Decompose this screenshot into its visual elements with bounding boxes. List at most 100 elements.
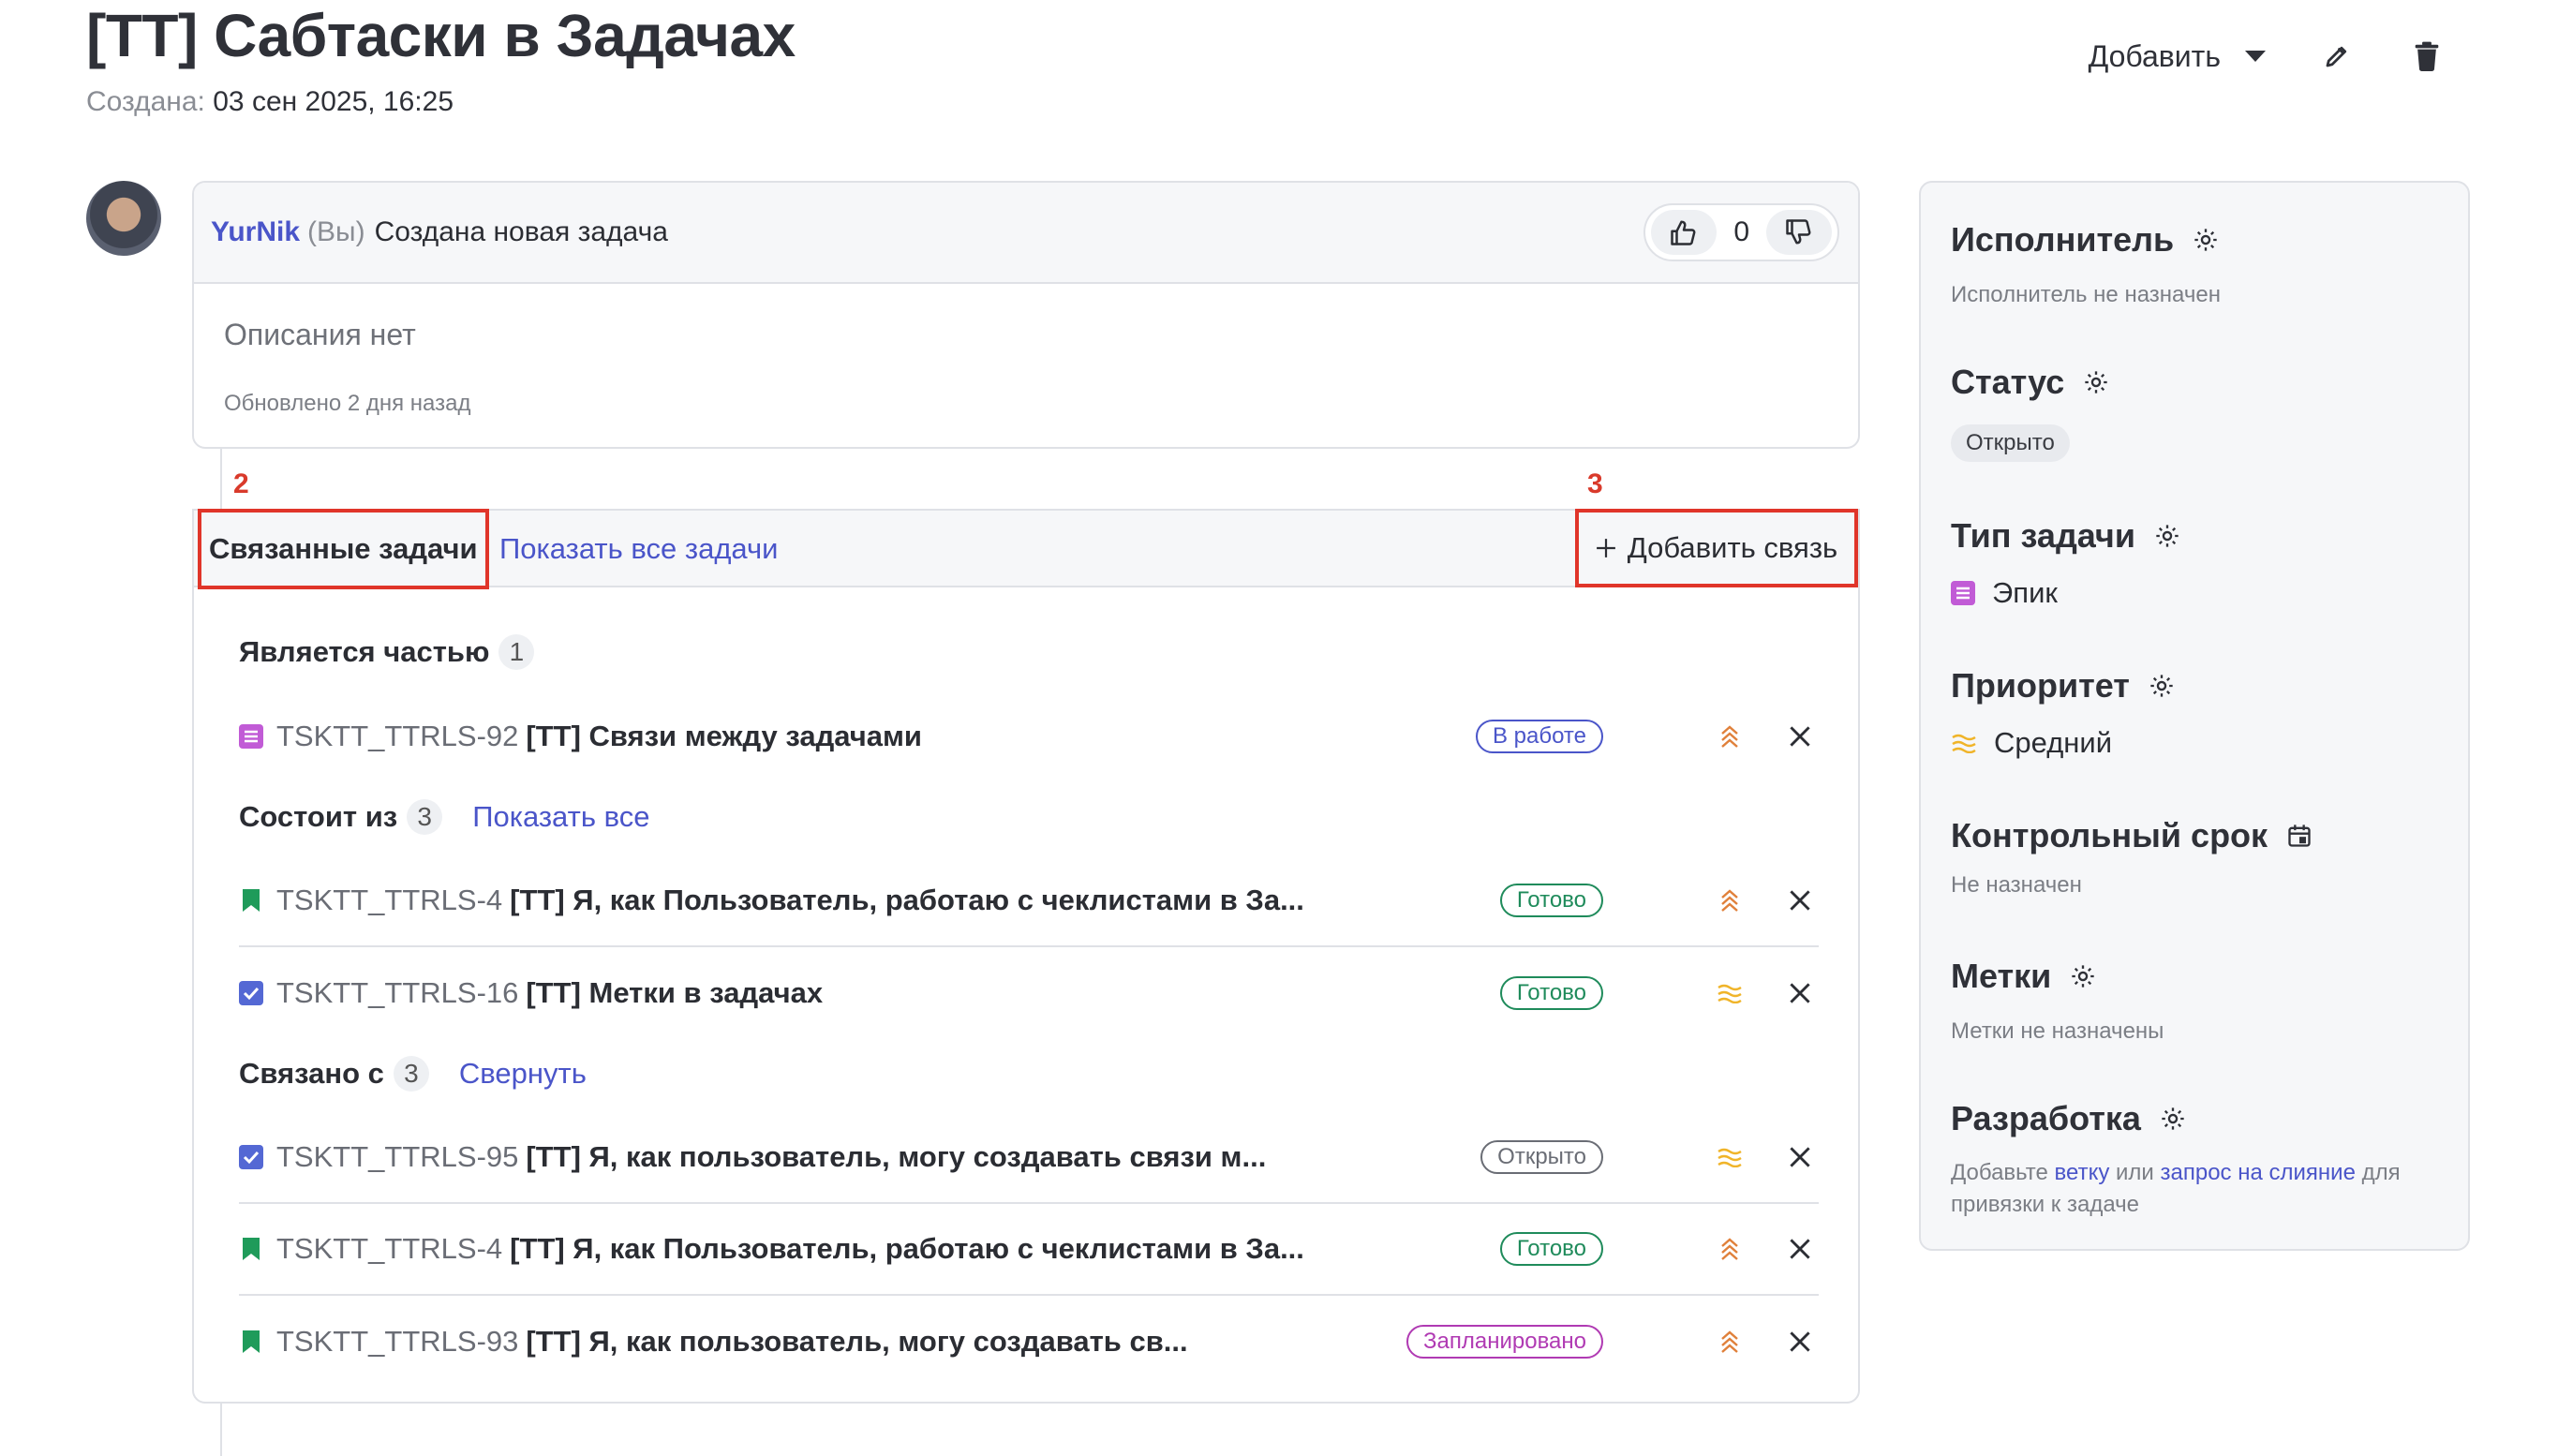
section-title: Связано с	[239, 1057, 384, 1090]
vote-count: 0	[1733, 216, 1749, 247]
close-icon	[1790, 890, 1810, 911]
annotation-box-2	[198, 509, 489, 589]
gear-icon[interactable]	[2193, 227, 2219, 253]
dev-text: или	[2116, 1160, 2154, 1185]
remove-link-button[interactable]	[1781, 882, 1819, 919]
gear-icon[interactable]	[2154, 523, 2180, 549]
gear-icon[interactable]	[2083, 369, 2109, 395]
priority-medium-icon	[1716, 979, 1744, 1007]
remove-link-button[interactable]	[1781, 1138, 1819, 1176]
merge-request-link[interactable]: запрос на слияние	[2161, 1160, 2356, 1185]
section-title: Является частью	[239, 635, 490, 668]
details-sidebar: Исполнитель Исполнитель не назначен Стат…	[1919, 181, 2470, 1251]
remove-link-button[interactable]	[1781, 1323, 1819, 1360]
priority-high-icon	[1716, 1235, 1744, 1263]
status-value-badge: Открыто	[1951, 424, 2070, 462]
remove-link-button[interactable]	[1781, 718, 1819, 755]
close-icon	[1790, 1239, 1810, 1259]
remove-link-button[interactable]	[1781, 1230, 1819, 1268]
labels-heading: Метки	[1951, 957, 2096, 996]
collapse-link[interactable]: Свернуть	[459, 1057, 587, 1091]
delete-button[interactable]	[2408, 37, 2446, 75]
dev-text: Добавьте	[1951, 1160, 2048, 1185]
task-key-link[interactable]: TSKTT_TTRLS-95	[276, 1140, 518, 1174]
task-title-link[interactable]: [TT] Метки в задачах	[526, 976, 823, 1010]
section-count: 1	[498, 634, 535, 670]
task-key-link[interactable]: TSKTT_TTRLS-93	[276, 1325, 518, 1359]
development-text: Добавьте ветку или запрос на слияние для…	[1951, 1157, 2447, 1221]
labels-value: Метки не назначены	[1951, 1018, 2164, 1044]
top-actions: Добавить	[2089, 37, 2446, 75]
linked-tasks-card: Связанные задачи Показать все задачи Доб…	[192, 509, 1860, 1404]
created-label: Создана:	[86, 86, 205, 117]
annotation-number-3: 3	[1587, 468, 1603, 499]
development-title: Разработка	[1951, 1099, 2141, 1137]
task-checkbox-icon	[239, 981, 263, 1005]
linked-task-row[interactable]: TSKTT_TTRLS-92 [TT] Связи между задачами…	[239, 691, 1819, 782]
linked-task-row[interactable]: TSKTT_TTRLS-95 [TT] Я, как пользователь,…	[239, 1112, 1819, 1204]
gear-icon[interactable]	[2070, 963, 2096, 989]
comment-card: YurNik (Вы) Создана новая задача 0 Описа…	[192, 181, 1860, 449]
close-icon	[1790, 726, 1810, 747]
edit-button[interactable]	[2318, 37, 2356, 75]
epic-icon	[1951, 581, 1975, 605]
avatar[interactable]	[86, 181, 161, 256]
linked-task-row[interactable]: TSKTT_TTRLS-4 [TT] Я, как Пользователь, …	[239, 1204, 1819, 1296]
task-title-link[interactable]: [TT] Я, как Пользователь, работаю с чекл…	[510, 884, 1304, 917]
annotation-number-2: 2	[233, 468, 249, 499]
task-title-link[interactable]: [TT] Я, как Пользователь, работаю с чекл…	[510, 1232, 1304, 1266]
status-badge: Запланировано	[1406, 1325, 1603, 1359]
tab-related-tasks[interactable]: Связанные задачи	[198, 509, 489, 589]
status-badge: Открыто	[1480, 1140, 1603, 1174]
linked-task-row[interactable]: TSKTT_TTRLS-93 [TT] Я, как пользователь,…	[239, 1296, 1819, 1388]
pencil-icon	[2326, 46, 2347, 67]
task-key-link[interactable]: TSKTT_TTRLS-4	[276, 884, 502, 917]
remove-link-button[interactable]	[1781, 974, 1819, 1012]
linked-task-row[interactable]: TSKTT_TTRLS-16 [TT] Метки в задачах Гото…	[239, 947, 1819, 1039]
created-value: 03 сен 2025, 16:25	[213, 86, 454, 117]
due-date-value: Не назначен	[1951, 872, 2082, 898]
show-all-link[interactable]: Показать все	[472, 800, 649, 834]
add-link-label: Добавить связь	[1627, 531, 1838, 564]
section-count: 3	[407, 799, 443, 835]
linked-task-row[interactable]: TSKTT_TTRLS-4 [TT] Я, как Пользователь, …	[239, 855, 1819, 947]
epic-icon	[239, 724, 263, 749]
task-key-link[interactable]: TSKTT_TTRLS-16	[276, 976, 518, 1010]
gear-icon[interactable]	[2149, 673, 2175, 699]
comment-header: YurNik (Вы) Создана новая задача 0	[194, 183, 1858, 284]
calendar-icon[interactable]	[2286, 823, 2313, 849]
status-badge: Готово	[1499, 1232, 1603, 1266]
assignee-title: Исполнитель	[1951, 220, 2175, 259]
tab-show-all-tasks[interactable]: Показать все задачи	[499, 511, 778, 587]
task-key-link[interactable]: TSKTT_TTRLS-92	[276, 720, 518, 753]
comment-text: Создана новая задача	[374, 216, 668, 247]
story-icon	[239, 888, 263, 913]
page-title: [TT] Сабтаски в Задачах	[86, 2, 796, 69]
comment-you-label: (Вы)	[307, 216, 365, 247]
add-link-button[interactable]: Добавить связь	[1575, 509, 1858, 587]
task-title-link[interactable]: [TT] Связи между задачами	[526, 720, 922, 753]
section-related-to: Связано с 3 Свернуть	[239, 1056, 587, 1092]
priority-title: Приоритет	[1951, 666, 2130, 705]
thumbs-up-button[interactable]	[1651, 210, 1718, 255]
task-key-link[interactable]: TSKTT_TTRLS-4	[276, 1232, 502, 1266]
story-icon	[239, 1237, 263, 1261]
priority-high-icon	[1716, 722, 1744, 750]
status-title: Статус	[1951, 363, 2065, 401]
task-type-value: Эпик	[1951, 576, 2058, 610]
priority-high-icon	[1716, 886, 1744, 914]
branch-link[interactable]: ветку	[2055, 1160, 2110, 1185]
priority-high-icon	[1716, 1328, 1744, 1356]
priority-medium-icon	[1716, 1143, 1744, 1171]
task-title-link[interactable]: [TT] Я, как пользователь, могу создавать…	[526, 1325, 1187, 1359]
updated-time: Обновлено 2 дня назад	[224, 391, 471, 416]
comment-user-link[interactable]: YurNik	[211, 216, 300, 248]
thumbs-down-button[interactable]	[1766, 210, 1832, 255]
vote-group: 0	[1643, 203, 1839, 261]
add-dropdown-button[interactable]: Добавить	[2089, 39, 2266, 74]
due-date-heading: Контрольный срок	[1951, 816, 2313, 855]
thumbs-up-icon	[1671, 220, 1696, 245]
gear-icon[interactable]	[2160, 1106, 2186, 1132]
linked-tasks-header: Связанные задачи Показать все задачи Доб…	[194, 509, 1858, 589]
task-title-link[interactable]: [TT] Я, как пользователь, могу создавать…	[526, 1140, 1266, 1174]
